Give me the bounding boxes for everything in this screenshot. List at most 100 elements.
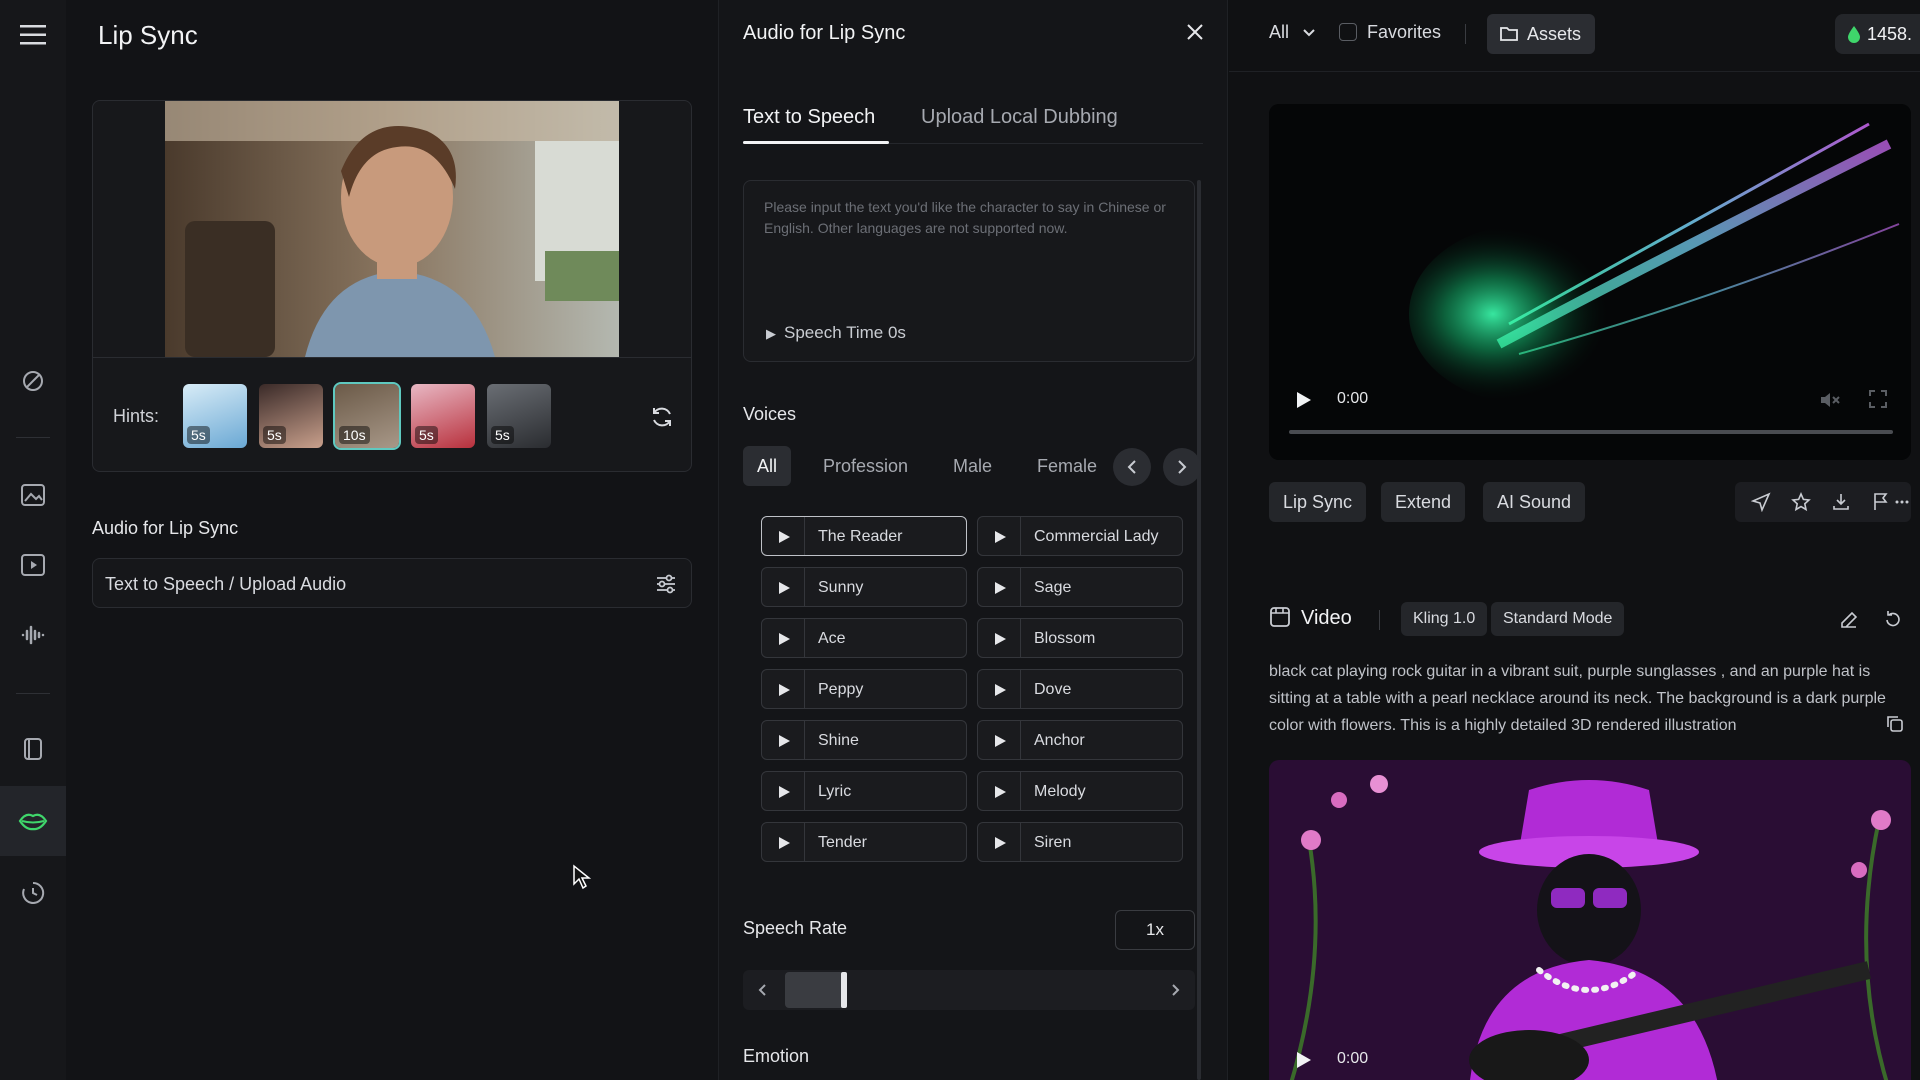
play-icon[interactable] xyxy=(992,835,1008,851)
filter-all-dropdown[interactable]: All xyxy=(1269,22,1316,43)
voice-option[interactable]: Melody xyxy=(977,771,1183,811)
play-icon[interactable] xyxy=(992,529,1008,545)
play-icon[interactable] xyxy=(776,733,792,749)
hint-thumb[interactable]: 5s xyxy=(411,384,475,448)
tab-text-to-speech[interactable]: Text to Speech xyxy=(743,106,875,129)
play-icon[interactable] xyxy=(776,529,792,545)
filter-male[interactable]: Male xyxy=(939,446,1006,486)
slider-handle[interactable] xyxy=(841,972,847,1008)
menu-button[interactable] xyxy=(0,0,66,70)
filter-profession[interactable]: Profession xyxy=(809,446,922,486)
play-icon[interactable] xyxy=(992,733,1008,749)
voice-option[interactable]: The Reader xyxy=(761,516,967,556)
extend-button[interactable]: Extend xyxy=(1381,482,1466,522)
credits-badge[interactable]: 1458. xyxy=(1835,14,1920,54)
favorites-toggle[interactable]: Favorites xyxy=(1339,22,1441,43)
voice-option[interactable]: Blossom xyxy=(977,618,1183,658)
tab-upload-local-dubbing[interactable]: Upload Local Dubbing xyxy=(921,106,1118,129)
edit-icon[interactable] xyxy=(1839,610,1859,630)
lip-sync-button[interactable]: Lip Sync xyxy=(1269,482,1367,522)
filters-next-button[interactable] xyxy=(1163,448,1201,486)
speech-rate-value[interactable]: 1x xyxy=(1115,910,1195,950)
close-icon[interactable] xyxy=(1185,22,1205,42)
play-icon[interactable] xyxy=(776,580,792,596)
play-icon[interactable] xyxy=(776,784,792,800)
mute-icon[interactable] xyxy=(1819,390,1841,410)
result-video-player[interactable]: 0:00 xyxy=(1269,104,1911,460)
voice-option[interactable]: Peppy xyxy=(761,669,967,709)
star-icon[interactable] xyxy=(1791,492,1811,512)
result-video-player-2[interactable]: 0:00 xyxy=(1269,760,1911,1080)
rail-history[interactable] xyxy=(0,858,66,928)
chevron-left-icon[interactable] xyxy=(755,982,771,998)
rail-audio[interactable] xyxy=(0,600,66,670)
voice-option[interactable]: Siren xyxy=(977,822,1183,862)
voice-option[interactable]: Dove xyxy=(977,669,1183,709)
ai-sound-button[interactable]: AI Sound xyxy=(1483,482,1586,522)
speech-rate-slider[interactable] xyxy=(743,970,1195,1010)
favorites-checkbox[interactable] xyxy=(1339,23,1357,41)
play-icon[interactable] xyxy=(1295,390,1313,410)
voice-option[interactable]: Shine xyxy=(761,720,967,760)
results-toolbar: All Favorites Assets 1458. xyxy=(1229,0,1920,72)
play-icon: ▶ xyxy=(766,326,776,341)
play-icon[interactable] xyxy=(1295,1050,1313,1070)
voice-option[interactable]: Commercial Lady xyxy=(977,516,1183,556)
play-icon[interactable] xyxy=(992,784,1008,800)
assets-button[interactable]: Assets xyxy=(1487,14,1595,54)
sliders-icon[interactable] xyxy=(655,573,677,595)
play-icon[interactable] xyxy=(776,835,792,851)
voice-divider xyxy=(804,568,805,606)
thumb-duration: 5s xyxy=(263,426,286,444)
voice-option[interactable]: Sunny xyxy=(761,567,967,607)
rail-image[interactable] xyxy=(0,460,66,530)
filters-prev-button[interactable] xyxy=(1113,448,1151,486)
refresh-icon[interactable] xyxy=(649,404,675,430)
hint-thumb[interactable]: 5s xyxy=(487,384,551,448)
rail-video[interactable] xyxy=(0,530,66,600)
voice-divider xyxy=(1020,670,1021,708)
hint-thumb-selected[interactable]: 10s xyxy=(333,382,401,450)
voice-divider xyxy=(804,823,805,861)
speech-text-input[interactable]: Please input the text you'd like the cha… xyxy=(743,180,1195,362)
filter-all[interactable]: All xyxy=(743,446,792,486)
voice-divider xyxy=(804,619,805,657)
rail-assets[interactable] xyxy=(0,714,66,784)
fullscreen-icon[interactable] xyxy=(1869,390,1887,408)
play-icon[interactable] xyxy=(992,580,1008,596)
video-progress-bar[interactable] xyxy=(1289,430,1893,434)
audio-tabs: Text to Speech Upload Local Dubbing xyxy=(743,104,1203,144)
play-icon[interactable] xyxy=(992,631,1008,647)
download-icon[interactable] xyxy=(1831,492,1851,512)
voice-name: Ace xyxy=(818,630,846,647)
send-icon[interactable] xyxy=(1751,492,1771,512)
audio-source-field[interactable]: Text to Speech / Upload Audio xyxy=(92,558,692,608)
retry-icon[interactable] xyxy=(1883,610,1903,630)
voice-option[interactable]: Tender xyxy=(761,822,967,862)
voice-option[interactable]: Lyric xyxy=(761,771,967,811)
voice-name: Shine xyxy=(818,732,859,749)
filter-female[interactable]: Female xyxy=(1023,446,1111,486)
voice-divider xyxy=(1020,772,1021,810)
rail-effects[interactable] xyxy=(0,346,66,416)
rail-divider xyxy=(16,693,50,694)
play-icon[interactable] xyxy=(776,631,792,647)
voice-divider xyxy=(804,772,805,810)
hint-thumb[interactable]: 5s xyxy=(183,384,247,448)
flag-icon[interactable] xyxy=(1871,492,1891,512)
video-time: 0:00 xyxy=(1337,390,1369,407)
panel-scrollbar[interactable] xyxy=(1197,180,1201,1080)
speech-time[interactable]: ▶ Speech Time 0s xyxy=(766,323,906,343)
voice-option[interactable]: Anchor xyxy=(977,720,1183,760)
voice-name: Commercial Lady xyxy=(1034,528,1159,545)
rail-lip-sync[interactable] xyxy=(0,786,66,856)
copy-icon[interactable] xyxy=(1885,714,1905,734)
more-icon[interactable] xyxy=(1895,492,1909,512)
hint-thumb[interactable]: 5s xyxy=(259,384,323,448)
voice-option[interactable]: Ace xyxy=(761,618,967,658)
voice-option[interactable]: Sage xyxy=(977,567,1183,607)
chevron-right-icon[interactable] xyxy=(1167,982,1183,998)
play-icon[interactable] xyxy=(992,682,1008,698)
play-icon[interactable] xyxy=(776,682,792,698)
image-icon xyxy=(21,484,45,506)
